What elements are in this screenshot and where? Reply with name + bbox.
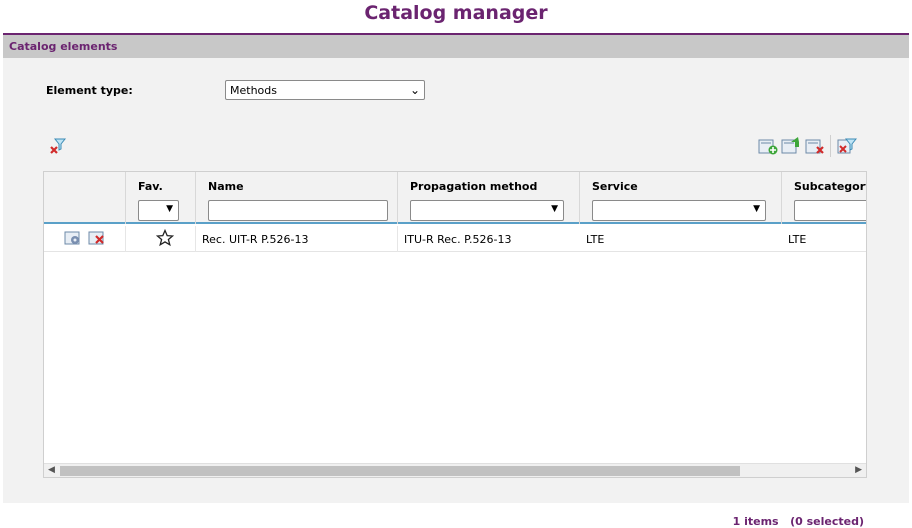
edit-element-icon[interactable] [64, 230, 82, 248]
grid-header: Fav. ▼ Name Propagation method ▼ Service… [44, 172, 866, 224]
element-type-value: Methods [230, 84, 277, 97]
page-title: Catalog manager [364, 2, 548, 24]
col-actions [44, 172, 126, 224]
element-type-select[interactable]: Methods ⌄ [225, 80, 425, 100]
chevron-down-icon: ⌄ [409, 83, 420, 97]
table-row[interactable]: Rec. UIT-R P.526-13 ITU-R Rec. P.526-13 … [44, 226, 866, 252]
col-fav[interactable]: Fav. ▼ [126, 172, 196, 224]
row-actions-cell [44, 226, 126, 252]
panel-header: Catalog elements [3, 35, 909, 58]
scrollbar-thumb[interactable] [60, 466, 740, 476]
row-propagation-method: ITU-R Rec. P.526-13 [404, 233, 512, 246]
col-service-title: Service [592, 180, 638, 193]
name-filter-input[interactable] [208, 200, 388, 221]
chevron-down-icon: ▼ [166, 204, 173, 214]
col-fav-title: Fav. [138, 180, 163, 193]
delete-element-icon[interactable] [88, 230, 106, 248]
col-service[interactable]: Service ▼ [580, 172, 782, 224]
chevron-down-icon: ▼ [753, 204, 760, 214]
import-icon[interactable] [781, 135, 799, 154]
row-subcategory: LTE [788, 233, 807, 246]
delete-selected-icon[interactable] [805, 137, 824, 155]
col-name[interactable]: Name [196, 172, 398, 224]
fav-filter-select[interactable]: ▼ [138, 200, 179, 221]
subcategory-filter-select[interactable]: ▼ [794, 200, 866, 221]
favorite-star-icon[interactable] [155, 228, 175, 247]
items-count: 1 items [732, 515, 779, 528]
clear-filter-icon[interactable] [49, 137, 67, 155]
col-subcategory[interactable]: Subcategory ▼ [782, 172, 867, 224]
row-service: LTE [586, 233, 605, 246]
scroll-right-icon[interactable]: ▶ [855, 465, 862, 475]
chevron-down-icon: ▼ [551, 204, 558, 214]
selected-count: (0 selected) [790, 515, 864, 528]
row-name: Rec. UIT-R P.526-13 [202, 233, 309, 246]
col-subcategory-title: Subcategory [794, 180, 867, 193]
catalog-elements-panel: Catalog elements Element type: Methods ⌄ [3, 33, 909, 528]
status-text: 1 items (0 selected) [733, 515, 864, 528]
element-type-label: Element type: [46, 84, 133, 97]
col-propagation-method-title: Propagation method [410, 180, 538, 193]
col-propagation-method[interactable]: Propagation method ▼ [398, 172, 580, 224]
service-filter-select[interactable]: ▼ [592, 200, 766, 221]
clear-favorites-icon[interactable] [837, 137, 858, 155]
scroll-left-icon[interactable]: ◀ [48, 465, 55, 475]
col-name-title: Name [208, 180, 244, 193]
catalog-grid: Fav. ▼ Name Propagation method ▼ Service… [43, 171, 867, 478]
horizontal-scrollbar[interactable]: ◀ ▶ [44, 463, 866, 477]
toolbar-divider [830, 135, 831, 157]
add-icon[interactable] [758, 137, 778, 155]
propagation-method-filter-select[interactable]: ▼ [410, 200, 564, 221]
